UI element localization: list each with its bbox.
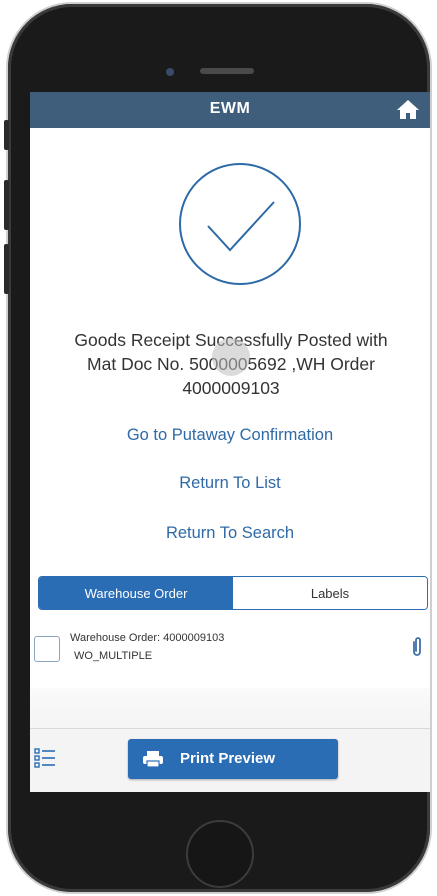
header-bar: EWM — [30, 92, 430, 128]
mute-switch — [4, 120, 9, 150]
front-camera — [166, 68, 174, 76]
tab-labels[interactable]: Labels — [233, 577, 427, 609]
row-checkbox[interactable] — [34, 636, 60, 662]
app-screen: EWM Goods Receipt Successfully Posted wi… — [30, 92, 430, 792]
phone-home-button[interactable] — [186, 820, 254, 888]
return-to-list-link[interactable]: Return To List — [30, 474, 430, 493]
busy-indicator — [212, 338, 250, 376]
earpiece-speaker — [200, 68, 254, 74]
home-icon[interactable] — [396, 98, 420, 120]
list-item[interactable]: Warehouse Order: 4000009103 WO_MULTIPLE — [30, 622, 430, 682]
segmented-tabs: Warehouse Order Labels — [38, 576, 428, 610]
volume-up-button — [4, 180, 9, 230]
volume-down-button — [4, 244, 9, 294]
paperclip-icon[interactable] — [410, 636, 424, 658]
footer-toolbar: Print Preview — [30, 728, 430, 792]
list-icon[interactable] — [34, 747, 56, 769]
putaway-confirmation-link[interactable]: Go to Putaway Confirmation — [30, 426, 430, 445]
checkmark-circle-icon — [179, 163, 301, 285]
warehouse-order-text: Warehouse Order: 4000009103 — [70, 632, 225, 644]
app-title: EWM — [209, 100, 251, 117]
warehouse-order-type: WO_MULTIPLE — [74, 650, 153, 662]
print-preview-button[interactable]: Print Preview — [128, 739, 338, 779]
print-preview-label: Print Preview — [180, 750, 276, 767]
tab-warehouse-order[interactable]: Warehouse Order — [39, 577, 233, 609]
status-message-line3: 4000009103 — [182, 378, 280, 398]
return-to-search-link[interactable]: Return To Search — [30, 524, 430, 543]
printer-icon — [143, 751, 163, 768]
